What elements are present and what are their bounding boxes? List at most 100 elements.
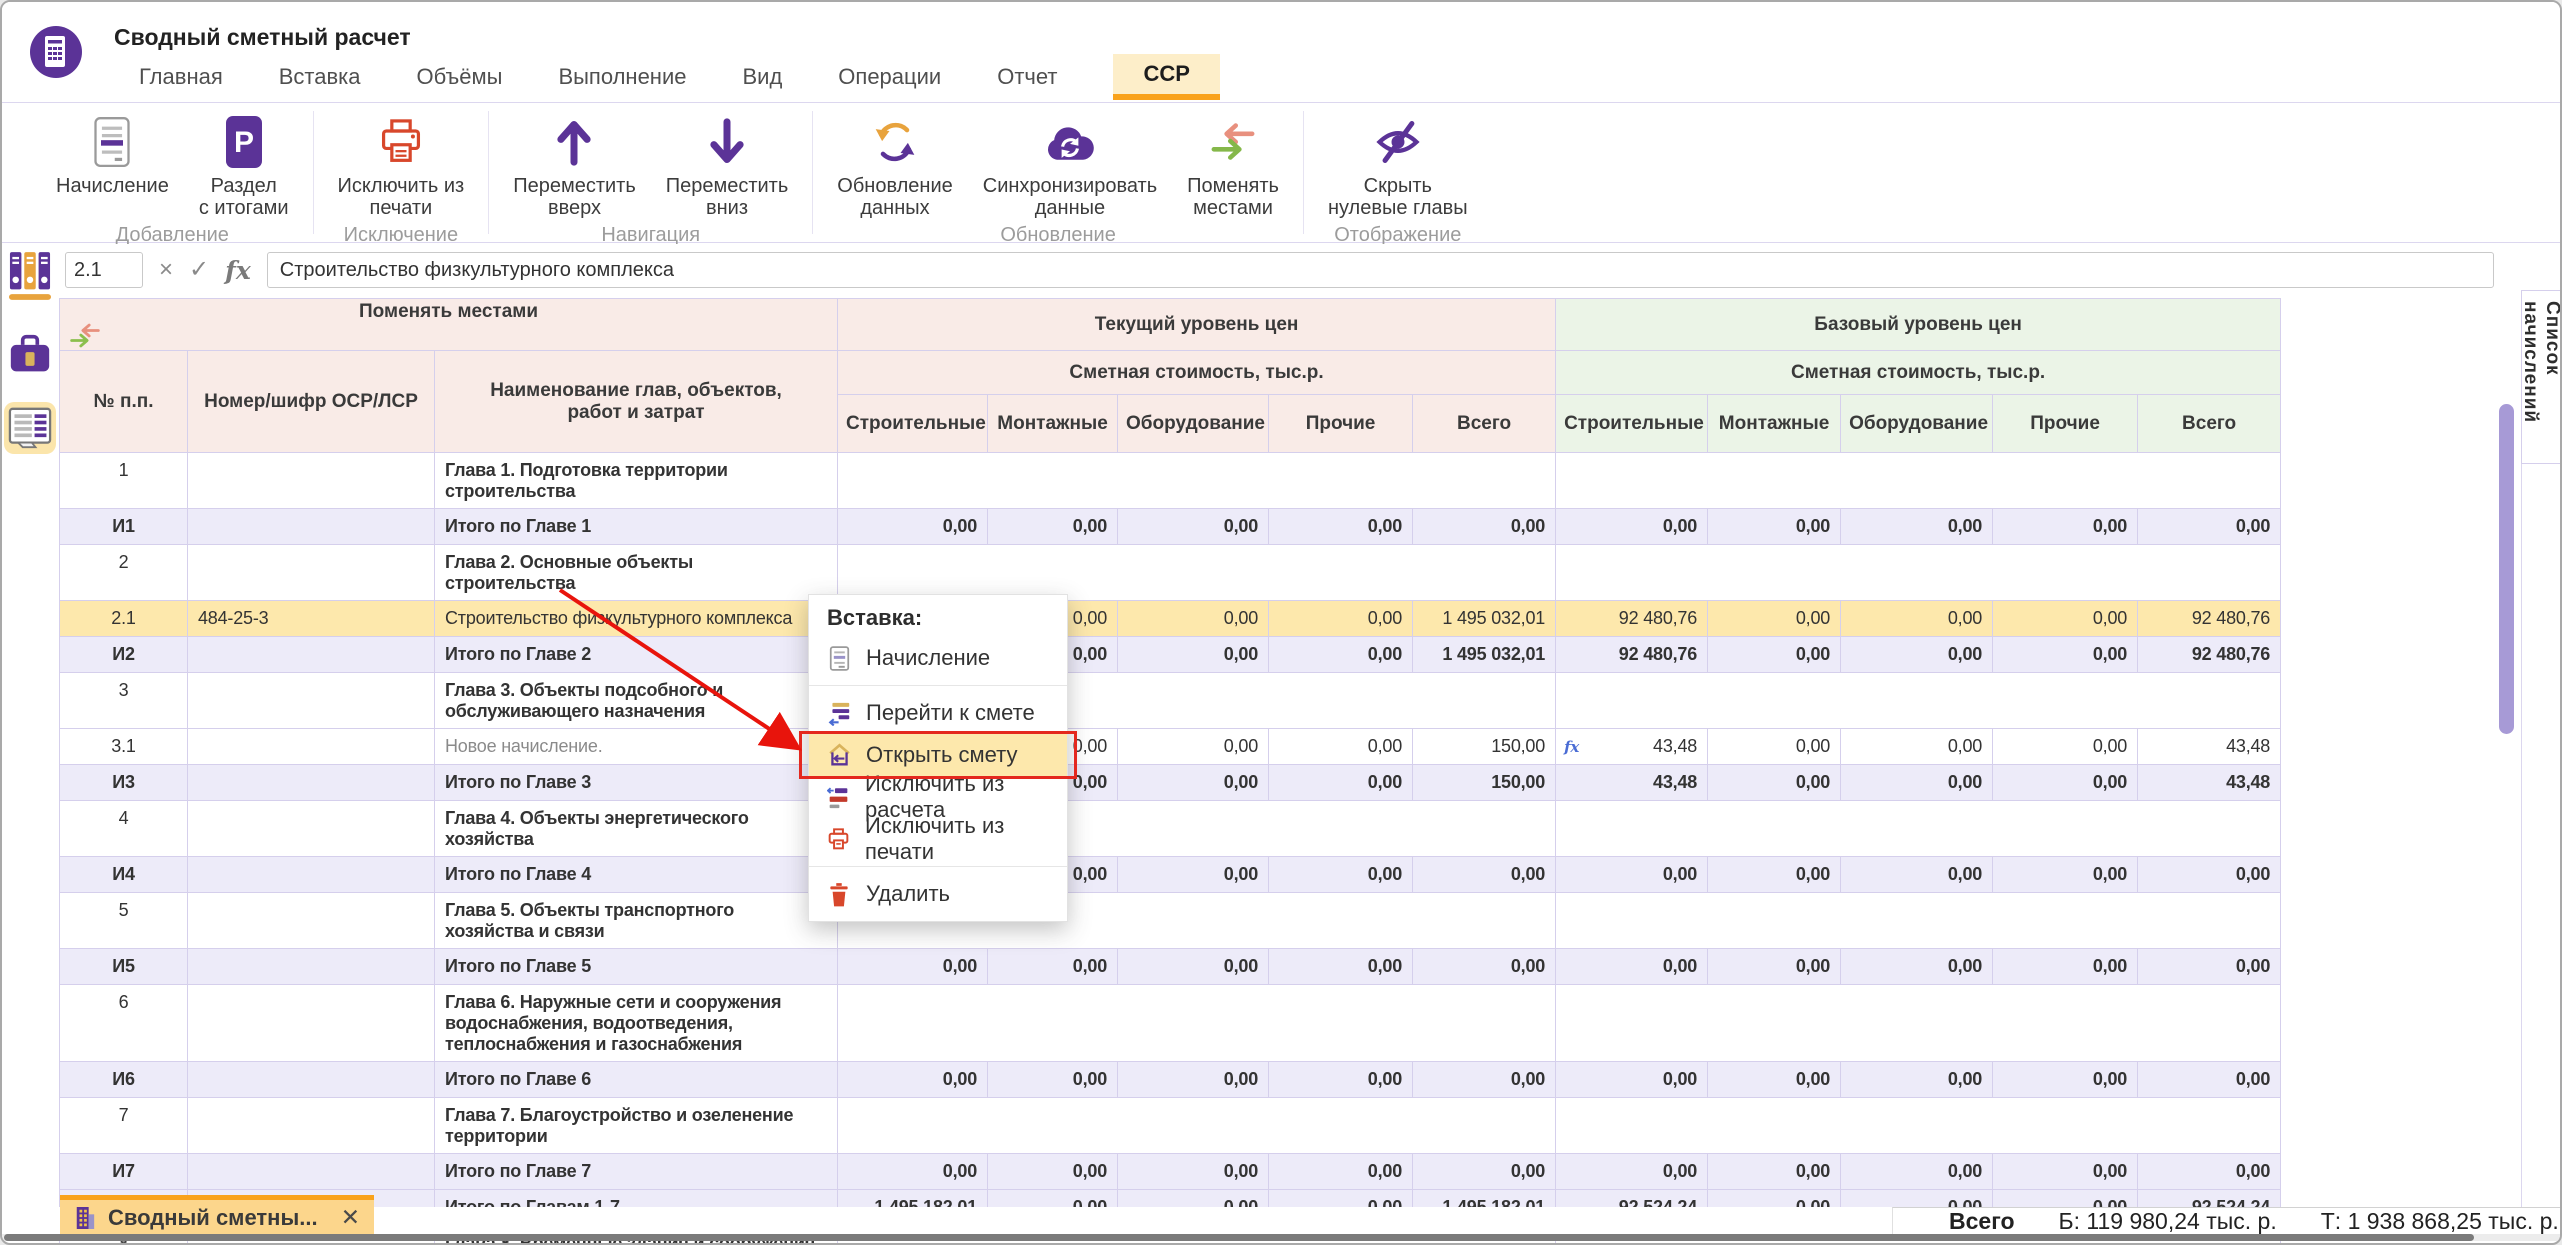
- vertical-scrollbar-thumb[interactable]: [2499, 404, 2514, 734]
- refresh-data-button[interactable]: Обновление данных: [837, 113, 953, 220]
- cell-number[interactable]: 1: [59, 452, 188, 509]
- cell-value[interactable]: 0,00: [1840, 728, 1994, 765]
- cell-number[interactable]: 2.1: [59, 600, 188, 637]
- cell-name[interactable]: Глава 4. Объекты энергетического хозяйст…: [433, 800, 839, 857]
- cell-empty-span[interactable]: [1555, 892, 2282, 949]
- document-tab-close-icon[interactable]: ✕: [341, 1204, 360, 1231]
- cell-empty-span[interactable]: [837, 452, 1557, 509]
- cell-value[interactable]: 0,00: [1117, 764, 1270, 801]
- cell-value[interactable]: 0,00: [1268, 728, 1414, 765]
- cell-code[interactable]: 484-25-3: [187, 600, 435, 637]
- cell-value[interactable]: 0,00: [1117, 600, 1270, 637]
- cell-value[interactable]: 0,00: [1992, 764, 2139, 801]
- formula-fx-icon[interactable]: fx: [225, 258, 251, 283]
- cell-value[interactable]: 0,00: [1117, 948, 1270, 985]
- cell-value[interactable]: 0,00: [1707, 948, 1842, 985]
- move-down-button[interactable]: Переместить вниз: [666, 113, 788, 220]
- cell-value[interactable]: 0,00: [1268, 508, 1414, 545]
- cell-code[interactable]: [187, 984, 435, 1062]
- cell-value[interactable]: 0,00: [837, 1153, 989, 1190]
- document-tab[interactable]: Сводный сметны... ✕: [60, 1195, 374, 1235]
- cell-value[interactable]: 0,00: [1555, 948, 1709, 985]
- cell-value[interactable]: 0,00: [1840, 948, 1994, 985]
- cell-value[interactable]: 0,00: [1412, 948, 1557, 985]
- cell-code[interactable]: [187, 800, 435, 857]
- cell-value[interactable]: 0,00: [1707, 508, 1842, 545]
- cell-value[interactable]: 0,00: [1707, 1153, 1842, 1190]
- cell-number[interactable]: 3: [59, 672, 188, 729]
- cell-number[interactable]: 3.1: [59, 728, 188, 765]
- cell-value[interactable]: 0,00: [2137, 948, 2282, 985]
- cell-code[interactable]: [187, 892, 435, 949]
- cell-value[interactable]: 92 480,76: [2137, 636, 2282, 673]
- cell-number[interactable]: И7: [59, 1153, 188, 1190]
- menu-exclude-from-print[interactable]: Исключить из печати: [809, 813, 1067, 864]
- formula-input[interactable]: [266, 252, 2494, 288]
- cell-value[interactable]: 1 495 032,01: [1412, 636, 1557, 673]
- tab-ssr[interactable]: ССР: [1113, 54, 1220, 100]
- cell-value[interactable]: 0,00: [1840, 1153, 1994, 1190]
- cell-value[interactable]: 0,00: [1840, 636, 1994, 673]
- cell-value[interactable]: 0,00: [1268, 856, 1414, 893]
- cell-value[interactable]: 0,00: [1555, 1153, 1709, 1190]
- cell-value[interactable]: 0,00: [1268, 1061, 1414, 1098]
- cell-value[interactable]: 0,00: [1992, 600, 2139, 637]
- cell-code[interactable]: [187, 948, 435, 985]
- cell-value[interactable]: 0,00: [837, 508, 989, 545]
- cell-value[interactable]: 0,00: [987, 948, 1119, 985]
- cell-value[interactable]: 0,00: [1117, 636, 1270, 673]
- cell-value[interactable]: 0,00: [987, 508, 1119, 545]
- cell-empty-span[interactable]: [837, 984, 1557, 1062]
- rail-projects[interactable]: [4, 328, 56, 380]
- cell-value[interactable]: 0,00: [1707, 636, 1842, 673]
- sync-data-button[interactable]: Синхронизировать данные: [983, 113, 1157, 220]
- cell-value[interactable]: 150,00: [1412, 728, 1557, 765]
- exclude-from-print-button[interactable]: Исключить из печати: [338, 113, 464, 220]
- cell-value[interactable]: 1 495 032,01: [1412, 600, 1557, 637]
- cell-name[interactable]: Итого по Главе 2: [433, 636, 839, 673]
- cell-value[interactable]: 0,00: [1555, 1061, 1709, 1098]
- cell-value[interactable]: 43,48: [2137, 728, 2282, 765]
- cell-name[interactable]: Итого по Главе 4: [433, 856, 839, 893]
- cell-name[interactable]: Глава 3. Объекты подсобного и обслуживаю…: [433, 672, 839, 729]
- cell-empty-span[interactable]: [1555, 672, 2282, 729]
- cell-value[interactable]: 0,00: [1555, 856, 1709, 893]
- cell-code[interactable]: [187, 1153, 435, 1190]
- horizontal-scrollbar[interactable]: [2, 1234, 2560, 1241]
- cell-value[interactable]: 0,00: [1707, 728, 1842, 765]
- cell-value[interactable]: 0,00: [1840, 764, 1994, 801]
- cell-number[interactable]: И5: [59, 948, 188, 985]
- menu-exclude-from-calc[interactable]: Исключить из расчета: [809, 771, 1067, 822]
- cell-empty-span[interactable]: [1555, 984, 2282, 1062]
- cell-code[interactable]: [187, 1097, 435, 1154]
- cell-value[interactable]: 0,00: [1992, 728, 2139, 765]
- horizontal-scrollbar-thumb[interactable]: [4, 1234, 2474, 1241]
- cell-value[interactable]: 0,00: [1117, 1153, 1270, 1190]
- cell-number[interactable]: И2: [59, 636, 188, 673]
- cell-name[interactable]: Глава 1. Подготовка территории строитель…: [433, 452, 839, 509]
- cell-value[interactable]: 0,00: [1412, 1153, 1557, 1190]
- cell-value[interactable]: 0,00: [1840, 1061, 1994, 1098]
- cell-value[interactable]: 0,00: [1268, 600, 1414, 637]
- cell-number[interactable]: 4: [59, 800, 188, 857]
- cell-code[interactable]: [187, 636, 435, 673]
- cell-value[interactable]: 0,00: [987, 1061, 1119, 1098]
- cell-empty-span[interactable]: [1555, 452, 2282, 509]
- cell-code[interactable]: [187, 544, 435, 601]
- cell-empty-span[interactable]: [837, 544, 1557, 601]
- cell-value[interactable]: 0,00: [1412, 856, 1557, 893]
- cell-value[interactable]: 0,00: [1117, 1061, 1270, 1098]
- cell-value[interactable]: 43,48: [1555, 764, 1709, 801]
- cell-name[interactable]: Новое начисление.: [433, 728, 839, 765]
- tab-operacii[interactable]: Операции: [838, 54, 941, 100]
- rail-normative-base[interactable]: [4, 246, 56, 306]
- cell-value[interactable]: 0,00: [1412, 1061, 1557, 1098]
- cell-number[interactable]: И4: [59, 856, 188, 893]
- accrual-button[interactable]: Начисление: [56, 113, 169, 197]
- cell-reference-input[interactable]: [65, 252, 143, 288]
- cell-value[interactable]: 0,00: [1707, 600, 1842, 637]
- cell-name[interactable]: Итого по Главе 1: [433, 508, 839, 545]
- cell-name[interactable]: Глава 5. Объекты транспортного хозяйства…: [433, 892, 839, 949]
- cell-value[interactable]: 92 480,76: [2137, 600, 2282, 637]
- tab-vstavka[interactable]: Вставка: [279, 54, 361, 100]
